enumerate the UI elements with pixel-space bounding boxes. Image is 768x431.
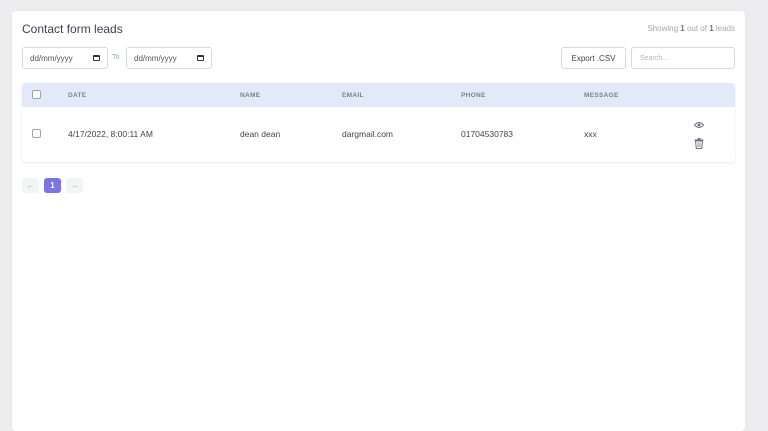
leads-panel: Contact form leads Showing 1 out of 1 le… — [12, 11, 745, 431]
pagination-page-1[interactable]: 1 — [44, 178, 61, 193]
column-header-email[interactable]: EMAIL — [342, 92, 364, 99]
showing-suffix: leads — [713, 24, 735, 33]
date-to-placeholder: dd/mm/yyyy — [134, 53, 177, 63]
cell-date: 4/17/2022, 8:00:11 AM — [68, 129, 153, 139]
cell-name: dean dean — [240, 129, 281, 139]
showing-mid: out of — [684, 24, 710, 33]
select-all-checkbox[interactable] — [32, 90, 41, 99]
pagination-prev-button[interactable]: ← — [22, 178, 39, 193]
column-header-message[interactable]: MESSAGE — [584, 92, 619, 99]
column-header-name[interactable]: NAME — [240, 92, 260, 99]
arrow-right-icon: → — [70, 181, 79, 190]
showing-summary: Showing 1 out of 1 leads — [647, 24, 735, 33]
cell-message: xxx — [584, 129, 597, 139]
page-title: Contact form leads — [22, 22, 123, 36]
search-input[interactable]: Search... — [631, 47, 735, 69]
column-header-date[interactable]: DATE — [68, 92, 86, 99]
to-label: To — [112, 54, 120, 61]
table-header: DATE NAME EMAIL PHONE MESSAGE — [22, 83, 735, 107]
calendar-icon[interactable] — [197, 55, 204, 61]
trash-icon[interactable] — [694, 138, 704, 149]
date-to-input[interactable]: dd/mm/yyyy — [126, 47, 212, 69]
date-from-placeholder: dd/mm/yyyy — [30, 53, 73, 63]
export-csv-button[interactable]: Export .CSV — [561, 47, 626, 69]
column-header-phone[interactable]: PHONE — [461, 92, 486, 99]
date-from-input[interactable]: dd/mm/yyyy — [22, 47, 108, 69]
cell-email: dargmail.com — [342, 129, 394, 139]
cell-phone: 01704530783 — [461, 129, 514, 139]
row-checkbox[interactable] — [32, 129, 41, 138]
pagination-next-button[interactable]: → — [66, 178, 83, 193]
arrow-left-icon: ← — [26, 181, 35, 190]
calendar-icon[interactable] — [93, 55, 100, 61]
showing-prefix: Showing — [647, 24, 681, 33]
leads-table: DATE NAME EMAIL PHONE MESSAGE 4/17/2022,… — [22, 83, 735, 162]
eye-icon[interactable] — [694, 121, 704, 129]
